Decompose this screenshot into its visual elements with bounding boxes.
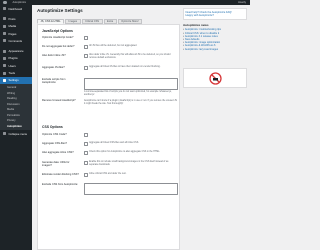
row-label: Optimize CSS Code? — [42, 133, 67, 136]
data-uris-checkbox[interactable] — [84, 161, 88, 165]
no-entry-badge-icon — [208, 71, 222, 85]
right-column: Need help? Check the Autoptimize FAQ! Ha… — [183, 8, 247, 88]
user-greeting[interactable]: Howdy — [238, 1, 246, 4]
row-description: Aggregate all linked CSS-files and all i… — [89, 142, 139, 144]
row-label: Also defer inline JS? — [42, 54, 66, 57]
sidebar-item-label: Settings — [8, 78, 19, 83]
collapse-label: Collapse menu — [8, 131, 28, 136]
row-label: Generate data: URIs for images? — [42, 161, 70, 168]
dashboard-icon — [3, 7, 6, 11]
row-label: Do not aggregate but defer? — [42, 45, 75, 48]
main-area: Autoptimize Settings JS, CSS & HTML Imag… — [32, 5, 250, 250]
sidebar-item-posts[interactable]: Posts — [0, 15, 32, 22]
sidebar-item-pages[interactable]: Pages — [0, 30, 32, 37]
row-label: Eliminate render-blocking CSS? — [42, 173, 79, 176]
row-description: All JS files will be deferred, but not a… — [89, 45, 138, 47]
sidebar-item-label: Comments — [8, 38, 23, 43]
sidebar-item-settings[interactable]: Settings — [0, 76, 32, 84]
help-box: Need help? Check the Autoptimize FAQ! Ha… — [183, 8, 247, 20]
sidebar-item-media[interactable]: Media — [0, 23, 32, 30]
aggregate-inline-css-checkbox[interactable] — [84, 151, 88, 155]
collapse-menu-button[interactable]: Collapse menu — [0, 130, 32, 137]
sidebar-item-label: Dashboard — [8, 6, 23, 11]
review-link[interactable]: Happy with Autoptimize? — [186, 14, 245, 17]
news-list: Autoptimize: troubleshooting tips Critic… — [183, 28, 247, 50]
media-icon — [3, 24, 6, 28]
render-blocking-checkbox[interactable] — [84, 173, 88, 177]
sidebar-item-label: Pages — [8, 31, 17, 36]
row-description: Check this option for Autoptimize to als… — [89, 151, 161, 153]
sidebar-item-label: Posts — [8, 16, 16, 21]
news-item[interactable]: Autoptimize: lazy-load images — [183, 48, 247, 51]
news-heading: Autoptimize news — [183, 22, 209, 27]
promo-box[interactable] — [183, 68, 247, 88]
settings-submenu: General Writing Reading Discussion Media… — [0, 83, 32, 130]
sidebar-item-comments[interactable]: Comments — [0, 37, 32, 44]
sidebar-item-label: Plugins — [8, 56, 18, 61]
exclude-css-textarea[interactable] — [84, 183, 178, 195]
css-options-heading: CSS Options — [42, 125, 63, 129]
settings-panel: JavaScript Options Optimize JavaScript C… — [37, 24, 180, 250]
aggregate-css-checkbox[interactable] — [84, 142, 88, 146]
pin-icon — [3, 17, 6, 21]
row-label: Also aggregate inline CSS? — [42, 151, 74, 154]
sidebar-item-appearance[interactable]: Appearance — [0, 47, 32, 54]
row-description: Also defer inline JS. Generally this wil… — [89, 54, 171, 60]
row-description: Aggregate all linked JS-files to have th… — [89, 66, 161, 68]
row-label: Exclude CSS from Autoptimize: — [42, 183, 79, 186]
optimize-css-checkbox[interactable] — [84, 133, 88, 137]
row-description: A comma-separated list of scripts you do… — [84, 91, 172, 97]
sidebar-item-tools[interactable]: Tools — [0, 69, 32, 76]
sidebar-item-label: Tools — [8, 71, 16, 76]
wrench-icon — [3, 71, 6, 75]
row-label: Aggregate JS-files? — [42, 66, 65, 69]
settings-icon — [3, 78, 6, 82]
admin-sidebar: Dashboard Posts Media Pages Comments App… — [0, 5, 32, 250]
sidebar-item-dashboard[interactable]: Dashboard — [0, 5, 32, 12]
js-options-heading: JavaScript Options — [42, 29, 73, 33]
row-label: Aggregate CSS-files? — [42, 142, 67, 145]
row-description: Autoptimize can't know if a plugin (Java… — [84, 100, 177, 106]
row-label: Optimize JavaScript Code? — [42, 36, 74, 39]
sidebar-item-label: Media — [8, 24, 17, 29]
optimize-js-checkbox[interactable] — [84, 36, 88, 40]
users-icon — [3, 64, 6, 68]
brush-icon — [3, 49, 6, 53]
aggregate-js-checkbox[interactable] — [84, 66, 88, 70]
collapse-icon — [3, 132, 6, 136]
row-description: Enable this to include small background-… — [89, 161, 169, 167]
sidebar-item-label: Users — [8, 63, 16, 68]
page-title: Autoptimize Settings — [37, 8, 83, 13]
defer-inline-js-checkbox[interactable] — [84, 54, 88, 58]
row-label: Exclude scripts from Autoptimize: — [42, 78, 66, 85]
row-description: Inline critical CSS and defer the rest. — [89, 173, 127, 175]
sidebar-item-label: Appearance — [8, 49, 24, 54]
sidebar-item-users[interactable]: Users — [0, 62, 32, 69]
exclude-js-textarea[interactable] — [84, 78, 178, 90]
comment-icon — [3, 39, 6, 43]
sidebar-item-plugins[interactable]: Plugins — [0, 55, 32, 62]
defer-js-checkbox[interactable] — [84, 45, 88, 49]
submenu-item-autoptimize[interactable]: Autoptimize — [0, 123, 32, 129]
row-label: Remove Unused JavaScript? — [42, 99, 76, 102]
wordpress-logo-icon[interactable] — [3, 0, 7, 5]
site-name[interactable]: Autoptimize — [13, 1, 27, 4]
page-icon — [3, 32, 6, 36]
plugin-icon — [3, 56, 6, 60]
